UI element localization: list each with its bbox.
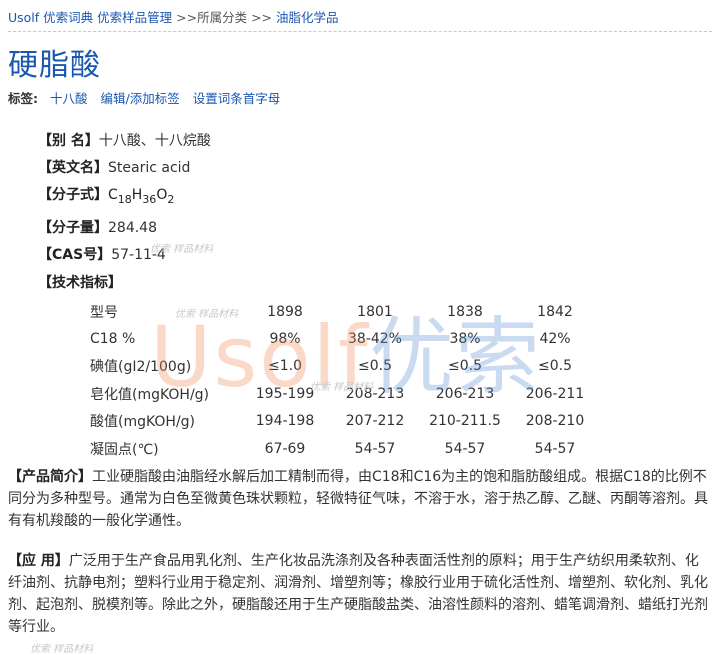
spec-row-label: 碘值(gI2/100g) bbox=[90, 359, 192, 376]
spec-row-label: 凝固点(℃) bbox=[90, 441, 159, 458]
breadcrumb: Usolf 优索词典 优索样品管理 >>所属分类 >> 油脂化学品 bbox=[8, 7, 339, 26]
cas-value: 57-11-4 bbox=[111, 247, 166, 263]
watermark-stamp: 优索 样品材料 bbox=[30, 644, 94, 655]
spec-row-label: 型号 bbox=[90, 304, 118, 321]
page-title: 硬脂酸 bbox=[8, 48, 101, 83]
spec-row: 凝固点(℃) 67-69 54-57 54-57 54-57 bbox=[90, 435, 600, 462]
spec-cell: 42% bbox=[539, 331, 571, 348]
spec-row-label: 酸值(mgKOH/g) bbox=[90, 414, 196, 431]
set-initial-link[interactable]: 设置词条首字母 bbox=[193, 91, 281, 106]
spec-cell: 38% bbox=[449, 331, 481, 348]
spec-cell: ≤0.5 bbox=[538, 358, 572, 375]
spec-cell: ≤0.5 bbox=[358, 358, 392, 375]
cas-field: 【CAS号】57-11-4 bbox=[38, 244, 166, 264]
spec-row: 酸值(mgKOH/g) 194-198 207-212 210-211.5 208-21… bbox=[90, 408, 600, 435]
spec-cell: ≤1.0 bbox=[268, 358, 302, 375]
spec-cell: 208-213 bbox=[345, 385, 405, 402]
tag-link-octadecanoic[interactable]: 十八酸 bbox=[50, 91, 88, 106]
tags-label: 标签: bbox=[8, 91, 38, 106]
tag-bar: 标签: 十八酸 编辑/添加标签 设置词条首字母 bbox=[8, 88, 289, 107]
spec-cell: 54-57 bbox=[534, 440, 576, 457]
spec-cell: 54-57 bbox=[354, 440, 396, 457]
product-intro: 【产品简介】工业硬脂酸由油脂经水解后加工精制而得，由C18和C16为主的饱和脂肪… bbox=[8, 466, 712, 532]
english-name-value: Stearic acid bbox=[108, 160, 191, 176]
cas-key: 【CAS号】 bbox=[38, 247, 112, 263]
mw-value: 284.48 bbox=[108, 220, 157, 236]
spec-cell: 208-210 bbox=[525, 413, 585, 430]
formula-field: 【分子式】C18H36O2 bbox=[38, 184, 174, 206]
spec-heading: 【技术指标】 bbox=[38, 275, 122, 291]
spec-cell: ≤0.5 bbox=[448, 358, 482, 375]
spec-cell: 67-69 bbox=[264, 440, 306, 457]
breadcrumb-site-link[interactable]: Usolf 优索词典 bbox=[8, 10, 93, 25]
alias-field: 【别 名】十八酸、十八烷酸 bbox=[38, 130, 211, 150]
intro-key: 【产品简介】 bbox=[8, 469, 92, 485]
spec-row-label: C18 % bbox=[90, 331, 136, 348]
alias-value: 十八酸、十八烷酸 bbox=[98, 133, 211, 149]
spec-cell: 206-211 bbox=[525, 385, 585, 402]
alias-key: 【别 名】 bbox=[38, 133, 99, 149]
formula-c-count: 18 bbox=[117, 192, 132, 206]
breadcrumb-section-link[interactable]: 优索样品管理 bbox=[97, 10, 172, 25]
formula-key: 【分子式】 bbox=[38, 187, 108, 203]
formula-h-count: 36 bbox=[142, 192, 157, 206]
spec-cell: 1801 bbox=[357, 303, 393, 320]
formula-o: O bbox=[156, 187, 168, 203]
usage-text: 广泛用于生产食品用乳化剂、生产化妆品洗涤剂及各种表面活性剂的原料；用于生产纺织用… bbox=[8, 553, 708, 635]
spec-cell: 194-198 bbox=[255, 413, 315, 430]
spec-cell: 98% bbox=[269, 331, 301, 348]
usage-key: 【应 用】 bbox=[8, 553, 69, 569]
spec-cell: 195-199 bbox=[255, 385, 315, 402]
english-name-key: 【英文名】 bbox=[38, 160, 108, 176]
spec-cell: 210-211.5 bbox=[429, 413, 501, 430]
spec-cell: 54-57 bbox=[444, 440, 486, 457]
divider bbox=[8, 31, 712, 32]
spec-cell: 38-42% bbox=[348, 331, 402, 348]
spec-cell: 1898 bbox=[267, 303, 303, 320]
breadcrumb-category-link[interactable]: 油脂化学品 bbox=[276, 10, 339, 25]
formula-o-count: 2 bbox=[167, 192, 175, 206]
spec-row: 皂化值(mgKOH/g) 195-199 208-213 206-213 206-211 bbox=[90, 380, 600, 407]
spec-row: 碘值(gI2/100g) ≤1.0 ≤0.5 ≤0.5 ≤0.5 bbox=[90, 353, 600, 380]
formula-h: H bbox=[131, 187, 143, 203]
molecular-weight-field: 【分子量】284.48 bbox=[38, 217, 157, 237]
spec-cell: 1838 bbox=[447, 303, 483, 320]
spec-cell: 206-213 bbox=[435, 385, 495, 402]
english-name-field: 【英文名】Stearic acid bbox=[38, 157, 190, 177]
intro-text: 工业硬脂酸由油脂经水解后加工精制而得，由C18和C16为主的饱和脂肪酸组成。根据… bbox=[8, 469, 708, 529]
edit-tags-link[interactable]: 编辑/添加标签 bbox=[100, 91, 179, 106]
spec-table: 型号 1898 1801 1838 1842 C18 % 98% 38-42% 38% 42% 碘值… bbox=[90, 298, 600, 462]
spec-row-label: 皂化值(mgKOH/g) bbox=[90, 386, 210, 403]
product-usage: 【应 用】广泛用于生产食品用乳化剂、生产化妆品洗涤剂及各种表面活性剂的原料；用于… bbox=[8, 550, 712, 638]
spec-cell: 1842 bbox=[537, 303, 573, 320]
breadcrumb-separator: >>所属分类 >> bbox=[176, 10, 273, 25]
spec-row: C18 % 98% 38-42% 38% 42% bbox=[90, 325, 600, 352]
spec-row: 型号 1898 1801 1838 1842 bbox=[90, 298, 600, 325]
spec-cell: 207-212 bbox=[345, 413, 405, 430]
mw-key: 【分子量】 bbox=[38, 220, 108, 236]
formula-c: C bbox=[108, 187, 118, 203]
